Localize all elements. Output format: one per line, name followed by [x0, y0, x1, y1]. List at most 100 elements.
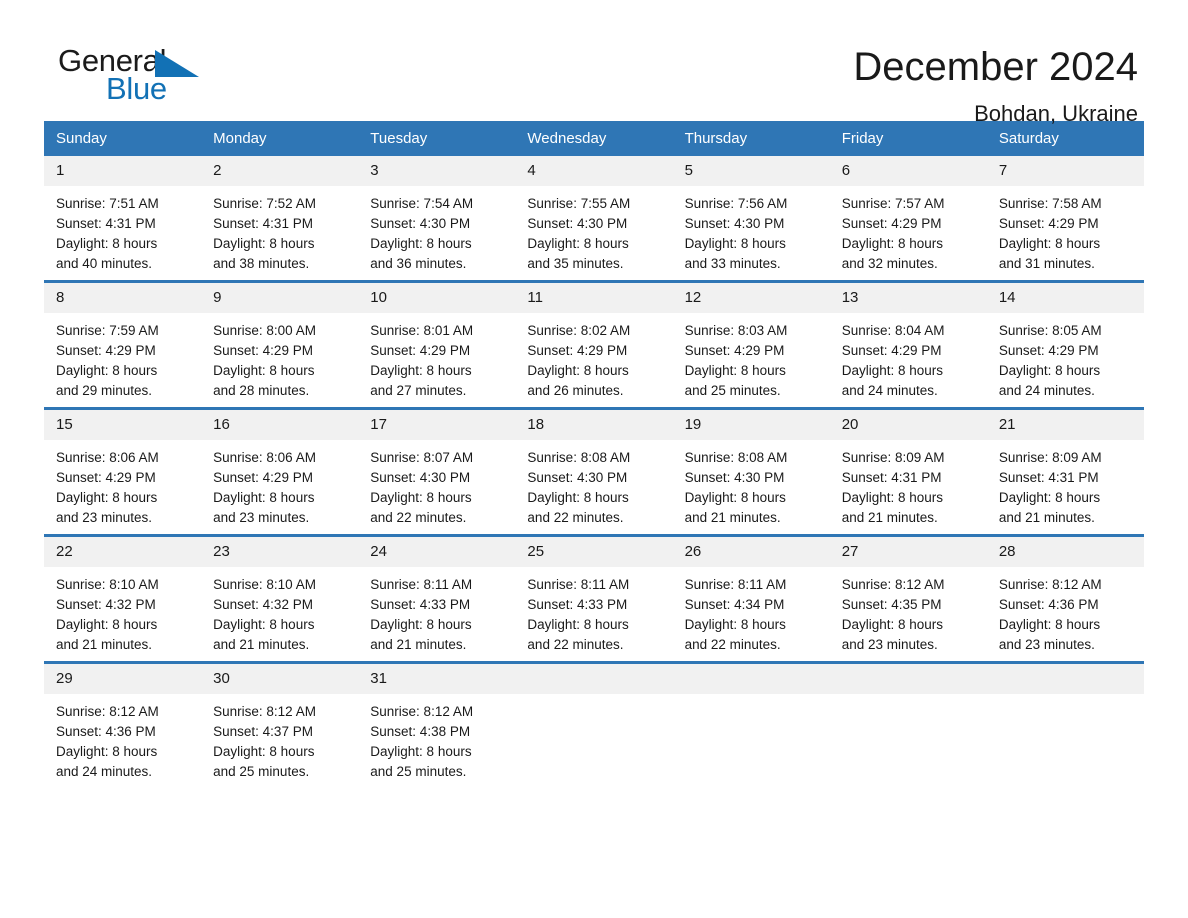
daylight-text-line1: Daylight: 8 hours — [56, 236, 158, 251]
day-details: Sunrise: 8:07 AM Sunset: 4:30 PM Daylight:… — [358, 440, 515, 528]
daylight-text-line1: Daylight: 8 hours — [56, 744, 158, 759]
daylight-text-line1: Daylight: 8 hours — [684, 617, 786, 632]
daylight-text-line1: Daylight: 8 hours — [213, 617, 315, 632]
daylight-text-line2: and 23 minutes. — [998, 637, 1095, 652]
weekday-header-thursday: Thursday — [672, 121, 830, 156]
day-number: 22 — [44, 537, 202, 567]
daylight-text-line2: and 26 minutes. — [527, 383, 624, 398]
day-number: 20 — [829, 410, 987, 440]
calendar-day-cell[interactable]: 20 Sunrise: 8:09 AM Sunset: 4:31 PM Dayligh… — [829, 407, 987, 536]
sunrise-text: Sunrise: 8:12 AM — [56, 704, 159, 719]
sunset-text: Sunset: 4:32 PM — [213, 597, 313, 612]
calendar-page: General Blue December 2024 Bohdan, Ukrai… — [0, 0, 1188, 918]
calendar-day-cell[interactable]: 26 Sunrise: 8:11 AM Sunset: 4:34 PM Dayligh… — [672, 534, 830, 663]
daylight-text-line1: Daylight: 8 hours — [998, 490, 1101, 505]
calendar-day-cell[interactable]: 11 Sunrise: 8:02 AM Sunset: 4:29 PM Dayligh… — [515, 280, 673, 409]
calendar-day-cell[interactable]: 8 Sunrise: 7:59 AM Sunset: 4:29 PM Daylight… — [44, 280, 202, 409]
day-number: 25 — [515, 537, 673, 567]
day-number: 7 — [986, 156, 1144, 186]
day-details: Sunrise: 8:06 AM Sunset: 4:29 PM Daylight:… — [201, 440, 358, 528]
day-number: 21 — [986, 410, 1144, 440]
day-number: 6 — [829, 156, 987, 186]
calendar-day-cell[interactable]: 5 Sunrise: 7:56 AM Sunset: 4:30 PM Daylight… — [672, 156, 830, 282]
calendar-day-cell[interactable]: 23 Sunrise: 8:10 AM Sunset: 4:32 PM Dayligh… — [201, 534, 359, 663]
calendar-day-cell[interactable]: 18 Sunrise: 8:08 AM Sunset: 4:30 PM Dayligh… — [515, 407, 673, 536]
page-header: General Blue December 2024 Bohdan, Ukrai… — [44, 0, 1144, 127]
day-number: 18 — [515, 410, 673, 440]
sunrise-text: Sunrise: 7:54 AM — [370, 196, 474, 211]
day-details: Sunrise: 8:12 AM Sunset: 4:38 PM Daylight:… — [358, 694, 515, 782]
sunrise-text: Sunrise: 8:06 AM — [213, 450, 316, 465]
sunrise-text: Sunrise: 8:05 AM — [998, 323, 1102, 338]
calendar-day-cell[interactable]: 7 Sunrise: 7:58 AM Sunset: 4:29 PM Daylight… — [986, 156, 1144, 282]
day-number: 13 — [829, 283, 987, 313]
calendar-day-cell[interactable]: 28 Sunrise: 8:12 AM Sunset: 4:36 PM Dayligh… — [986, 534, 1144, 663]
calendar-day-cell[interactable]: 9 Sunrise: 8:00 AM Sunset: 4:29 PM Daylight… — [201, 280, 359, 409]
day-number: 31 — [358, 664, 516, 694]
sunrise-text: Sunrise: 8:11 AM — [527, 577, 630, 592]
day-number: 11 — [515, 283, 673, 313]
daylight-text-line2: and 36 minutes. — [370, 256, 467, 271]
calendar-day-cell[interactable]: 13 Sunrise: 8:04 AM Sunset: 4:29 PM Dayligh… — [829, 280, 987, 409]
calendar-day-cell[interactable]: 3 Sunrise: 7:54 AM Sunset: 4:30 PM Daylight… — [358, 156, 516, 282]
calendar-day-cell[interactable]: 30 Sunrise: 8:12 AM Sunset: 4:37 PM Dayligh… — [201, 661, 359, 788]
sunrise-text: Sunrise: 8:00 AM — [213, 323, 316, 338]
daylight-text-line1: Daylight: 8 hours — [684, 490, 786, 505]
day-number: 28 — [986, 537, 1144, 567]
daylight-text-line1: Daylight: 8 hours — [998, 617, 1101, 632]
day-details: Sunrise: 8:12 AM Sunset: 4:35 PM Daylight:… — [830, 567, 987, 655]
sunset-text: Sunset: 4:29 PM — [370, 343, 471, 358]
day-details: Sunrise: 8:04 AM Sunset: 4:29 PM Daylight:… — [830, 313, 987, 401]
daylight-text-line1: Daylight: 8 hours — [370, 236, 472, 251]
sunset-text: Sunset: 4:29 PM — [56, 470, 156, 485]
calendar-day-cell[interactable]: 14 Sunrise: 8:05 AM Sunset: 4:29 PM Dayligh… — [986, 280, 1144, 409]
sunset-text: Sunset: 4:37 PM — [213, 724, 313, 739]
calendar-week-row: 22 Sunrise: 8:10 AM Sunset: 4:32 PM Dayligh… — [44, 534, 1144, 663]
sunrise-text: Sunrise: 8:08 AM — [684, 450, 788, 465]
calendar-day-cell[interactable]: 15 Sunrise: 8:06 AM Sunset: 4:29 PM Dayligh… — [44, 407, 202, 536]
calendar-week-row: 8 Sunrise: 7:59 AM Sunset: 4:29 PM Daylight… — [44, 280, 1144, 409]
calendar-day-cell[interactable]: 12 Sunrise: 8:03 AM Sunset: 4:29 PM Dayligh… — [672, 280, 830, 409]
day-details: Sunrise: 8:11 AM Sunset: 4:34 PM Daylight:… — [673, 567, 830, 655]
sunrise-text: Sunrise: 8:11 AM — [370, 577, 473, 592]
calendar-day-cell[interactable]: 19 Sunrise: 8:08 AM Sunset: 4:30 PM Dayligh… — [672, 407, 830, 536]
calendar-day-cell[interactable]: 10 Sunrise: 8:01 AM Sunset: 4:29 PM Dayligh… — [358, 280, 516, 409]
daylight-text-line2: and 21 minutes. — [56, 637, 153, 652]
day-number: 4 — [515, 156, 673, 186]
calendar-day-cell[interactable]: 17 Sunrise: 8:07 AM Sunset: 4:30 PM Dayligh… — [358, 407, 516, 536]
calendar-day-cell[interactable]: 4 Sunrise: 7:55 AM Sunset: 4:30 PM Daylight… — [515, 156, 673, 282]
calendar-day-cell[interactable]: 22 Sunrise: 8:10 AM Sunset: 4:32 PM Dayligh… — [44, 534, 202, 663]
sunset-text: Sunset: 4:31 PM — [213, 216, 313, 231]
calendar-day-cell[interactable]: 16 Sunrise: 8:06 AM Sunset: 4:29 PM Dayligh… — [201, 407, 359, 536]
day-details: Sunrise: 8:12 AM Sunset: 4:36 PM Daylight:… — [987, 567, 1144, 655]
daylight-text-line2: and 33 minutes. — [684, 256, 781, 271]
calendar-day-cell[interactable]: 1 Sunrise: 7:51 AM Sunset: 4:31 PM Daylight… — [44, 156, 202, 282]
daylight-text-line1: Daylight: 8 hours — [213, 236, 315, 251]
day-number: 5 — [672, 156, 830, 186]
weekday-header-wednesday: Wednesday — [515, 121, 673, 156]
daylight-text-line2: and 24 minutes. — [998, 383, 1095, 398]
calendar-day-cell[interactable]: 24 Sunrise: 8:11 AM Sunset: 4:33 PM Dayligh… — [358, 534, 516, 663]
daylight-text-line1: Daylight: 8 hours — [684, 236, 786, 251]
generalblue-logo[interactable]: General Blue — [58, 44, 208, 106]
calendar-day-cell[interactable]: 6 Sunrise: 7:57 AM Sunset: 4:29 PM Daylight… — [829, 156, 987, 282]
day-details: Sunrise: 8:05 AM Sunset: 4:29 PM Daylight:… — [987, 313, 1144, 401]
sunset-text: Sunset: 4:36 PM — [998, 597, 1099, 612]
sunset-text: Sunset: 4:29 PM — [56, 343, 156, 358]
day-details: Sunrise: 8:12 AM Sunset: 4:36 PM Daylight:… — [44, 694, 201, 782]
calendar-day-cell[interactable]: 27 Sunrise: 8:12 AM Sunset: 4:35 PM Dayligh… — [829, 534, 987, 663]
calendar-day-cell[interactable]: 25 Sunrise: 8:11 AM Sunset: 4:33 PM Dayligh… — [515, 534, 673, 663]
sunset-text: Sunset: 4:29 PM — [527, 343, 628, 358]
calendar-day-cell[interactable]: 31 Sunrise: 8:12 AM Sunset: 4:38 PM Dayligh… — [358, 661, 516, 788]
calendar-week-row: 1 Sunrise: 7:51 AM Sunset: 4:31 PM Daylight… — [44, 156, 1144, 282]
page-subtitle: Bohdan, Ukraine — [974, 101, 1138, 126]
daylight-text-line2: and 22 minutes. — [684, 637, 781, 652]
sunset-text: Sunset: 4:29 PM — [684, 343, 785, 358]
sunrise-text: Sunrise: 8:12 AM — [998, 577, 1102, 592]
calendar-day-cell[interactable]: 21 Sunrise: 8:09 AM Sunset: 4:31 PM Dayligh… — [986, 407, 1144, 536]
day-details: Sunrise: 7:59 AM Sunset: 4:29 PM Daylight:… — [44, 313, 201, 401]
daylight-text-line2: and 35 minutes. — [527, 256, 624, 271]
calendar-day-cell[interactable]: 29 Sunrise: 8:12 AM Sunset: 4:36 PM Dayligh… — [44, 661, 202, 788]
calendar-day-cell[interactable]: 2 Sunrise: 7:52 AM Sunset: 4:31 PM Daylight… — [201, 156, 359, 282]
sunrise-text: Sunrise: 8:09 AM — [998, 450, 1102, 465]
